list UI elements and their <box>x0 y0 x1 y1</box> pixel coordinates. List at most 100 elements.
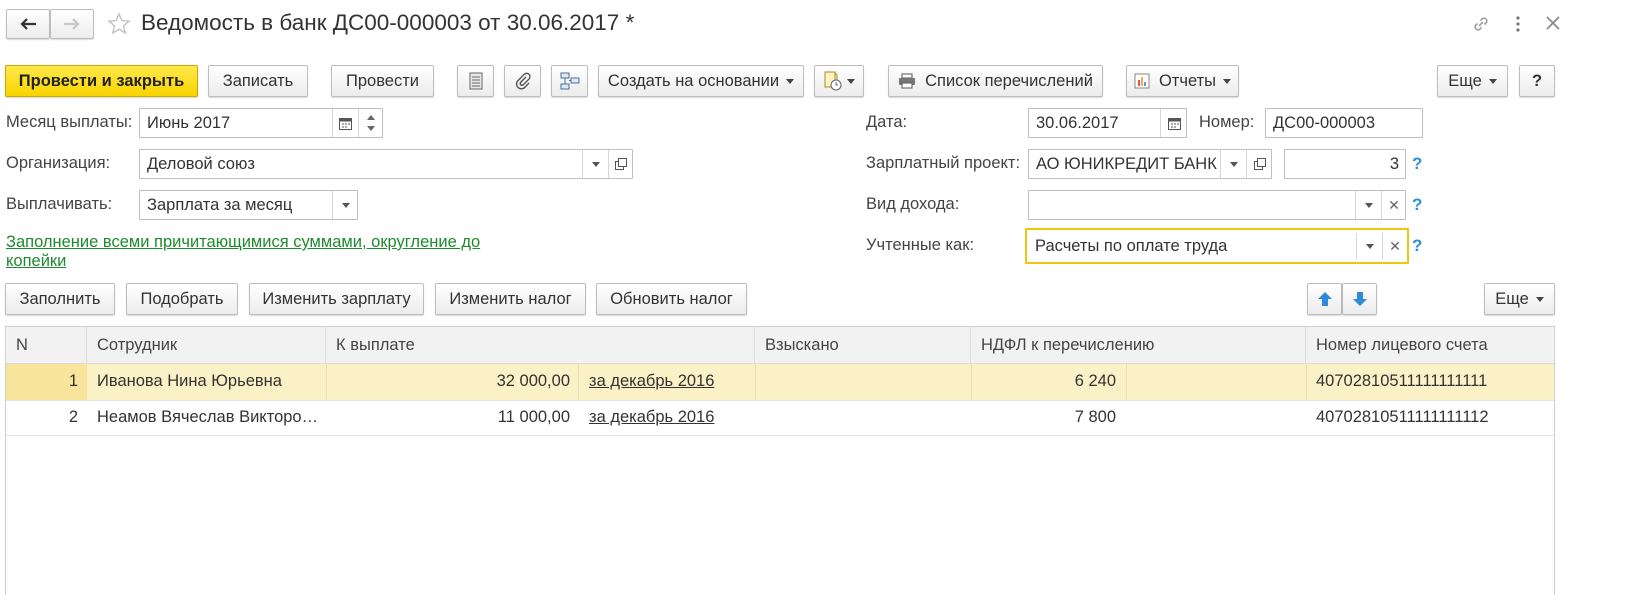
back-arrow-icon <box>20 18 36 30</box>
salary-project-dropdown-button[interactable] <box>1220 150 1246 178</box>
project-help-icon[interactable]: ? <box>1412 154 1422 174</box>
date-value: 30.06.2017 <box>1036 114 1119 132</box>
list-icon <box>469 72 482 90</box>
back-button[interactable] <box>6 9 50 39</box>
number-value: ДС00-000003 <box>1273 114 1375 132</box>
income-type-dropdown-button[interactable] <box>1355 191 1381 219</box>
column-header-n[interactable]: N <box>6 327 87 363</box>
date-label: Дата: <box>866 113 908 131</box>
star-icon[interactable] <box>107 12 131 36</box>
cell-account: 40702810511111111111 <box>1316 372 1488 390</box>
income-type-label: Вид дохода: <box>866 195 960 213</box>
accounted-as-label: Учтенные как: <box>866 236 975 254</box>
pay-field[interactable]: Зарплата за месяц <box>139 190 358 220</box>
clear-icon: ✕ <box>1389 238 1401 254</box>
table-row[interactable]: 1 Иванова Нина Юрьевна 32 000,00 за дека… <box>6 364 1554 401</box>
list-button[interactable] <box>457 65 494 97</box>
column-header-amount[interactable]: К выплате <box>326 327 755 363</box>
fill-settings-link[interactable]: Заполнение всеми причитающимися суммами,… <box>6 233 501 271</box>
date-calendar-button[interactable] <box>1160 109 1187 137</box>
organization-field[interactable]: Деловой союз <box>139 149 633 179</box>
spin-up-icon[interactable] <box>367 115 375 120</box>
accounted-as-field[interactable]: Расчеты по оплате труда ✕ <box>1025 228 1409 264</box>
help-label: ? <box>1531 71 1543 90</box>
month-field[interactable]: Июнь 2017 <box>139 108 383 138</box>
salary-project-open-button[interactable] <box>1246 150 1272 178</box>
window-title: Ведомость в банк ДС00-000003 от 30.06.20… <box>141 10 635 35</box>
salary-project-label: Зарплатный проект: <box>866 154 1021 172</box>
column-header-tax[interactable]: НДФЛ к перечислению <box>971 327 1306 363</box>
report-icon <box>1134 73 1150 89</box>
change-tax-label: Изменить налог <box>449 289 572 308</box>
accounted-help-icon[interactable]: ? <box>1412 236 1422 256</box>
date-field[interactable]: 30.06.2017 <box>1028 108 1187 138</box>
change-salary-button[interactable]: Изменить зарплату <box>249 283 424 315</box>
organization-dropdown-button[interactable] <box>582 150 608 178</box>
dropdown-icon <box>591 161 600 167</box>
spin-down-icon[interactable] <box>367 126 375 131</box>
table-row[interactable]: 2 Неамов Вячеслав Викторо… 11 000,00 за … <box>6 401 1554 436</box>
more-button[interactable]: Еще <box>1437 65 1508 97</box>
cell-period-link[interactable]: за декабрь 2016 <box>589 372 714 391</box>
number-field[interactable]: ДС00-000003 <box>1265 108 1423 138</box>
reports-label: Отчеты <box>1158 71 1217 90</box>
cell-account: 40702810511111111112 <box>1316 408 1489 426</box>
cell-period-link[interactable]: за декабрь 2016 <box>589 408 714 427</box>
save-button[interactable]: Записать <box>208 65 308 97</box>
doc-clock-icon <box>824 71 842 91</box>
accounted-as-dropdown-button[interactable] <box>1356 233 1382 259</box>
column-header-account[interactable]: Номер лицевого счета <box>1306 327 1554 363</box>
structure-button[interactable] <box>551 65 588 97</box>
organization-value: Деловой союз <box>147 155 255 173</box>
pay-label: Выплачивать: <box>6 195 113 213</box>
income-help-icon[interactable]: ? <box>1412 195 1422 215</box>
printer-icon <box>899 73 916 89</box>
link-icon[interactable] <box>1471 14 1491 34</box>
dropdown-icon <box>341 202 350 208</box>
organization-label: Организация: <box>6 154 111 172</box>
calendar-icon <box>339 117 352 130</box>
fill-button[interactable]: Заполнить <box>5 283 115 315</box>
create-based-on-button[interactable]: Создать на основании <box>598 65 804 97</box>
pick-label: Подобрать <box>140 289 224 308</box>
pay-dropdown-button[interactable] <box>332 191 358 219</box>
transfer-list-button[interactable]: Список перечислений <box>888 65 1103 97</box>
pay-value: Зарплата за месяц <box>147 196 293 214</box>
change-tax-button[interactable]: Изменить налог <box>435 283 586 315</box>
column-header-employee[interactable]: Сотрудник <box>87 327 326 363</box>
chevron-down-icon <box>1223 78 1232 84</box>
cell-amount: 32 000,00 <box>496 372 570 390</box>
open-icon <box>615 158 627 170</box>
help-button[interactable]: ? <box>1519 65 1555 97</box>
calendar-button[interactable] <box>332 109 358 137</box>
cell-tax: 7 800 <box>1074 408 1116 426</box>
kebab-menu-icon[interactable] <box>1512 14 1524 34</box>
column-header-withheld[interactable]: Взыскано <box>755 327 971 363</box>
move-up-button[interactable] <box>1307 283 1342 315</box>
transfer-list-label: Список перечислений <box>925 71 1093 90</box>
post-button[interactable]: Провести <box>331 65 434 97</box>
income-type-clear-button[interactable]: ✕ <box>1381 191 1406 219</box>
create-based-on-label: Создать на основании <box>607 71 780 90</box>
post-and-close-button[interactable]: Провести и закрыть <box>5 65 198 97</box>
organization-open-button[interactable] <box>608 150 633 178</box>
close-icon[interactable] <box>1545 15 1561 31</box>
reports-button[interactable]: Отчеты <box>1126 65 1239 97</box>
attachments-button[interactable] <box>504 65 541 97</box>
forward-button[interactable] <box>50 9 94 39</box>
income-type-field[interactable]: ✕ <box>1028 190 1406 220</box>
update-tax-button[interactable]: Обновить налог <box>596 283 747 315</box>
post-and-close-label: Провести и закрыть <box>18 71 185 90</box>
update-tax-label: Обновить налог <box>610 289 733 308</box>
move-down-button[interactable] <box>1342 283 1377 315</box>
pick-button[interactable]: Подобрать <box>126 283 238 315</box>
table-more-button[interactable]: Еще <box>1484 283 1555 315</box>
salary-project-field[interactable]: АО ЮНИКРЕДИТ БАНК <box>1028 149 1272 179</box>
project-count-field[interactable]: 3 <box>1284 149 1406 179</box>
payments-table[interactable]: N Сотрудник К выплате Взыскано НДФЛ к пе… <box>5 326 1555 595</box>
related-docs-button[interactable] <box>814 65 864 97</box>
fill-label: Заполнить <box>19 289 101 308</box>
month-spinner[interactable] <box>358 109 383 137</box>
accounted-as-clear-button[interactable]: ✕ <box>1382 233 1407 259</box>
clear-icon: ✕ <box>1388 197 1400 213</box>
